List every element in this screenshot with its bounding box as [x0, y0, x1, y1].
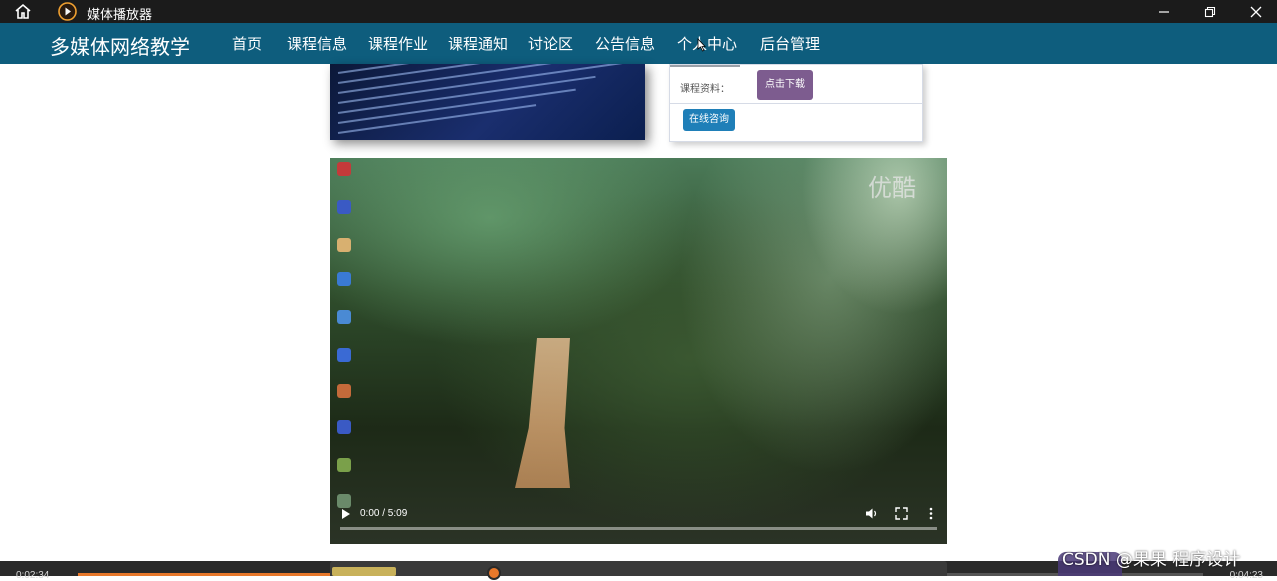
desktop-icon: [337, 272, 351, 286]
nav-personal-center[interactable]: 个人中心: [677, 33, 737, 54]
course-info-panel: 课程资料： 点击下载 在线咨询: [669, 64, 923, 142]
desktop-icon: [337, 494, 351, 508]
window-title: 媒体播放器: [87, 7, 153, 22]
media-player-icon: [58, 2, 77, 21]
desktop-icon: [337, 310, 351, 324]
online-consult-button[interactable]: 在线咨询: [683, 109, 735, 131]
desktop-icon: [337, 348, 351, 362]
desktop-icon: [337, 200, 351, 214]
video-player[interactable]: 优酷 0:00 / 5:09: [330, 158, 947, 544]
course-material-label: 课程资料：: [680, 84, 730, 95]
site-navbar: 多媒体网络教学 首页 课程信息 课程作业 课程通知 讨论区 公告信息 个人中心 …: [0, 23, 1277, 64]
csdn-watermark: CSDN @果果 程序设计: [1062, 550, 1241, 570]
desktop-icon: [337, 458, 351, 472]
desktop-icon: [337, 238, 351, 252]
download-button[interactable]: 点击下载: [757, 70, 813, 100]
play-icon[interactable]: [340, 507, 352, 521]
desktop-icon: [337, 384, 351, 398]
close-button[interactable]: [1233, 0, 1277, 23]
nav-home[interactable]: 首页: [232, 33, 262, 54]
minimize-button[interactable]: [1141, 0, 1187, 23]
player-seek-knob[interactable]: [487, 566, 502, 580]
fullscreen-icon[interactable]: [894, 506, 909, 521]
divider: [670, 65, 740, 67]
nav-admin[interactable]: 后台管理: [760, 33, 820, 54]
volume-icon[interactable]: [864, 506, 879, 521]
restore-button[interactable]: [1187, 0, 1233, 23]
close-icon: [1250, 6, 1262, 17]
nav-course-notices[interactable]: 课程通知: [448, 33, 508, 54]
page-content-peek: [332, 567, 396, 576]
video-watermark: 优酷: [868, 175, 916, 202]
minimize-icon: [1159, 10, 1169, 13]
more-options-icon[interactable]: [926, 506, 936, 521]
desktop-icon: [337, 420, 351, 434]
home-icon[interactable]: [14, 3, 32, 20]
desktop-icon: [337, 162, 351, 176]
window-titlebar: 媒体播放器: [0, 0, 1277, 23]
mouse-cursor-icon: [697, 38, 706, 52]
nav-discussion[interactable]: 讨论区: [528, 33, 573, 54]
course-image: [330, 64, 645, 140]
nav-course-homework[interactable]: 课程作业: [368, 33, 428, 54]
video-frame: [515, 338, 570, 488]
nav-course-info[interactable]: 课程信息: [287, 33, 347, 54]
nav-announcements[interactable]: 公告信息: [595, 33, 655, 54]
video-progress-bar[interactable]: [340, 527, 937, 530]
divider: [670, 103, 922, 104]
video-time: 0:00 / 5:09: [360, 508, 408, 519]
restore-icon: [1204, 6, 1216, 17]
site-logo[interactable]: 多媒体网络教学: [50, 31, 190, 60]
page-content-peek: [330, 561, 947, 576]
